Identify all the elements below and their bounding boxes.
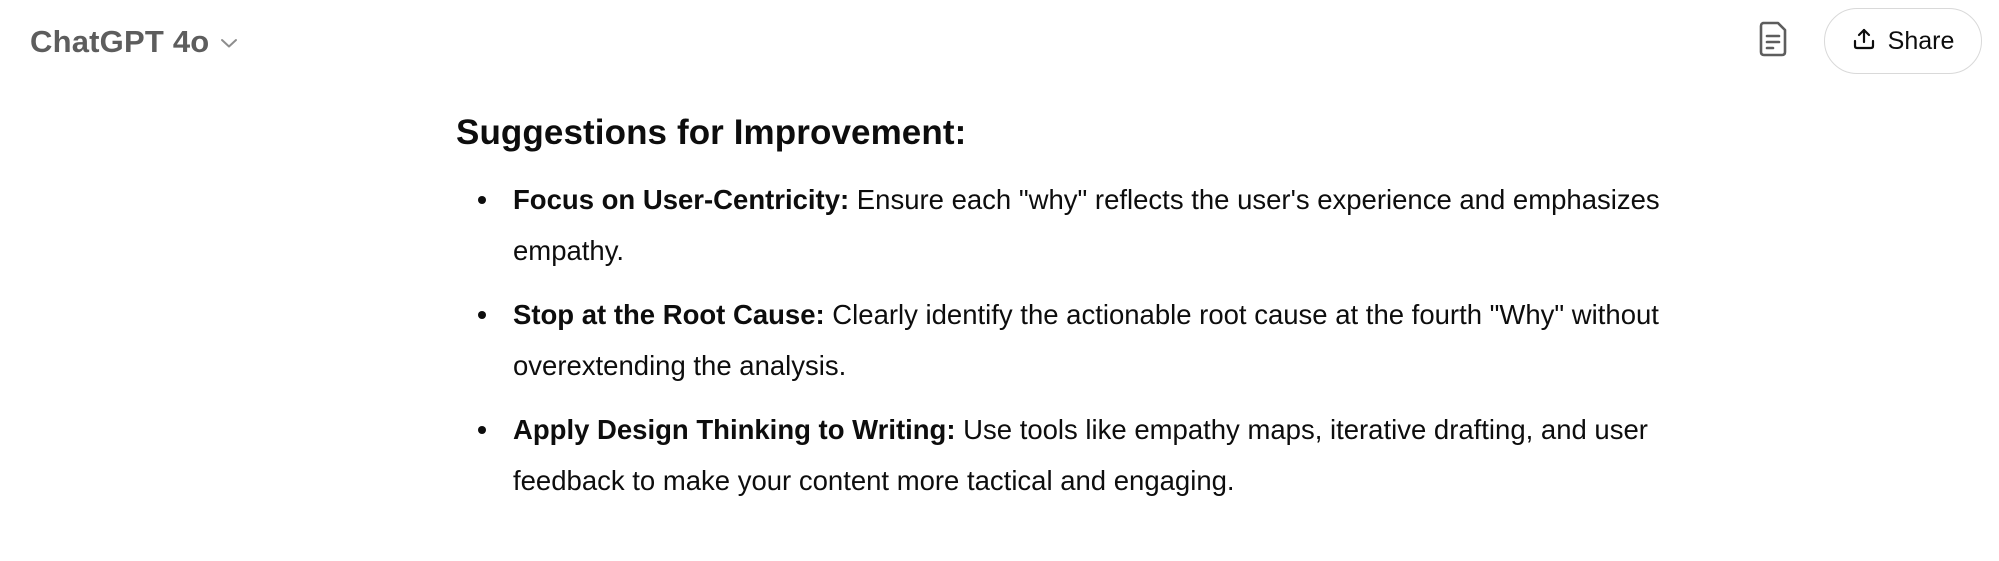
- suggestion-list: Focus on User-Centricity: Ensure each "w…: [456, 174, 1736, 506]
- assistant-message: Suggestions for Improvement: Focus on Us…: [456, 108, 1736, 519]
- top-bar: ChatGPT 4o Share: [0, 0, 1999, 84]
- suggestion-title: Stop at the Root Cause:: [513, 299, 825, 330]
- section-title: Suggestions for Improvement:: [456, 113, 967, 152]
- list-item: Focus on User-Centricity: Ensure each "w…: [456, 174, 1736, 276]
- suggestion-title: Focus on User-Centricity:: [513, 184, 850, 215]
- list-item: Stop at the Root Cause: Clearly identify…: [456, 289, 1736, 391]
- chevron-down-icon: [219, 33, 239, 53]
- notes-button[interactable]: [1752, 20, 1794, 62]
- share-label: Share: [1887, 26, 1955, 55]
- bullet-icon: [478, 311, 486, 319]
- bullet-icon: [478, 426, 486, 434]
- document-icon: [1758, 21, 1788, 62]
- share-upload-icon: [1852, 27, 1876, 56]
- model-selector[interactable]: ChatGPT 4o: [30, 22, 239, 62]
- model-name: ChatGPT 4o: [30, 24, 210, 59]
- suggestion-title: Apply Design Thinking to Writing:: [513, 414, 956, 445]
- list-item: Apply Design Thinking to Writing: Use to…: [456, 404, 1736, 506]
- share-button[interactable]: Share: [1824, 8, 1982, 74]
- bullet-icon: [478, 196, 486, 204]
